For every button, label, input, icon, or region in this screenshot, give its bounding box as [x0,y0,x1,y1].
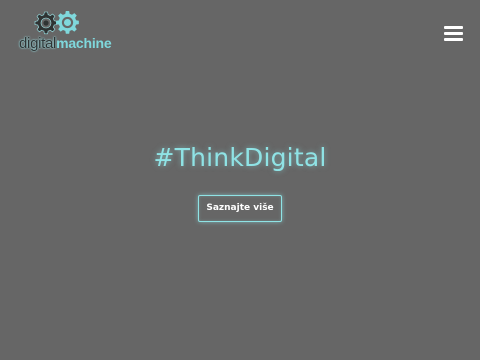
site-header: digitalmachine [0,0,480,64]
menu-bar [444,26,463,29]
learn-more-button[interactable]: Saznajte više [198,195,282,222]
hamburger-menu-icon[interactable] [444,25,464,41]
logo[interactable]: digitalmachine [18,9,112,55]
gear-icon [56,11,79,34]
logo-text-digital: digital [19,35,57,52]
logo-text-machine: machine [56,35,112,51]
hero-title: #ThinkDigital [153,143,327,172]
menu-bar [444,32,463,35]
menu-bar [444,38,463,41]
logo-text: digitalmachine [19,34,112,53]
